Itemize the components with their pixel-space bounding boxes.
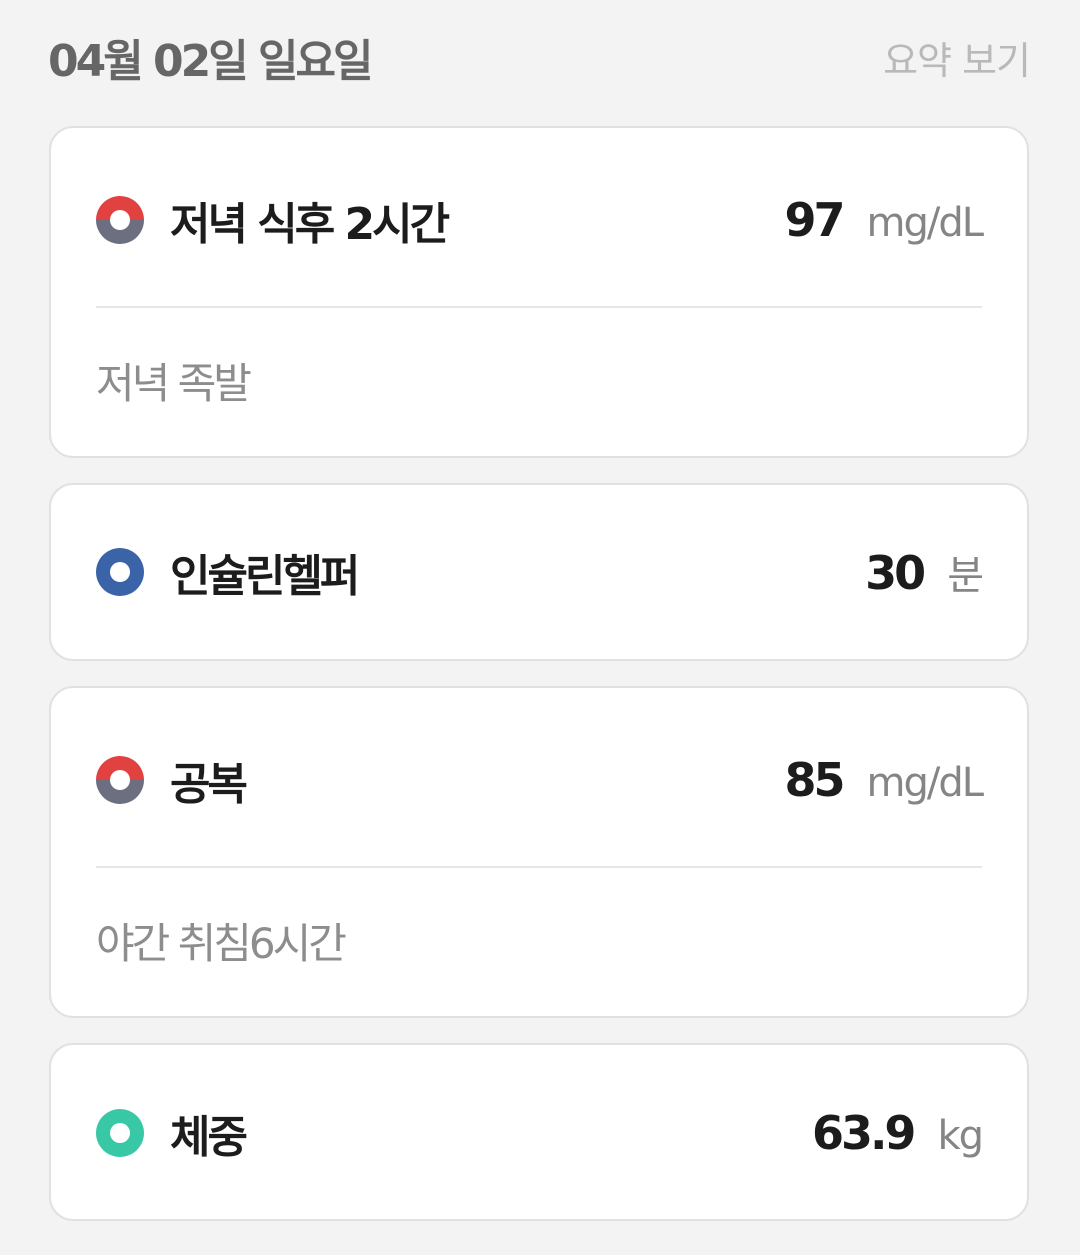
record-measurement: 97 mg/dL xyxy=(784,193,984,247)
record-card-post-dinner-glucose[interactable]: 저녁 식후 2시간 97 mg/dL 저녁 족발 xyxy=(49,126,1029,458)
view-summary-link[interactable]: 요약 보기 xyxy=(883,30,1031,85)
record-header: 저녁 식후 2시간 xyxy=(96,188,450,252)
card-divider xyxy=(96,306,982,308)
card-divider xyxy=(96,866,982,868)
record-header: 체중 xyxy=(96,1101,248,1165)
record-title: 체중 xyxy=(170,1112,248,1163)
weight-icon xyxy=(96,1109,144,1157)
record-card-insulin-helper[interactable]: 인슐린헬퍼 30 분 xyxy=(49,483,1029,661)
record-title: 인슐린헬퍼 xyxy=(170,551,360,602)
record-row: 체중 63.9 kg xyxy=(96,1093,984,1173)
record-note: 저녁 족발 xyxy=(96,359,252,408)
record-card-fasting-glucose[interactable]: 공복 85 mg/dL 야간 취침6시간 xyxy=(49,686,1029,1018)
record-unit: kg xyxy=(937,1113,984,1159)
record-header: 인슐린헬퍼 xyxy=(96,540,360,604)
record-value: 85 xyxy=(784,753,845,807)
record-row: 인슐린헬퍼 30 분 xyxy=(96,532,984,612)
record-unit: mg/dL xyxy=(866,200,984,246)
record-row: 공복 85 mg/dL xyxy=(96,740,984,820)
record-measurement: 85 mg/dL xyxy=(784,753,984,807)
record-header: 공복 xyxy=(96,748,248,812)
record-value: 30 xyxy=(865,546,926,600)
record-measurement: 30 분 xyxy=(865,543,984,601)
record-unit: mg/dL xyxy=(866,760,984,806)
record-row: 저녁 식후 2시간 97 mg/dL xyxy=(96,180,984,260)
record-title: 저녁 식후 2시간 xyxy=(170,199,450,250)
record-value: 63.9 xyxy=(811,1106,916,1160)
insulin-icon xyxy=(96,548,144,596)
date-header: 04월 02일 일요일 요약 보기 xyxy=(48,22,1031,92)
record-title: 공복 xyxy=(170,759,248,810)
record-card-weight[interactable]: 체중 63.9 kg xyxy=(49,1043,1029,1221)
record-unit: 분 xyxy=(947,553,984,599)
blood-glucose-icon xyxy=(96,196,144,244)
record-value: 97 xyxy=(784,193,845,247)
record-measurement: 63.9 kg xyxy=(811,1106,984,1160)
record-note: 야간 취침6시간 xyxy=(96,919,347,968)
blood-glucose-icon xyxy=(96,756,144,804)
date-title: 04월 02일 일요일 xyxy=(48,36,373,87)
